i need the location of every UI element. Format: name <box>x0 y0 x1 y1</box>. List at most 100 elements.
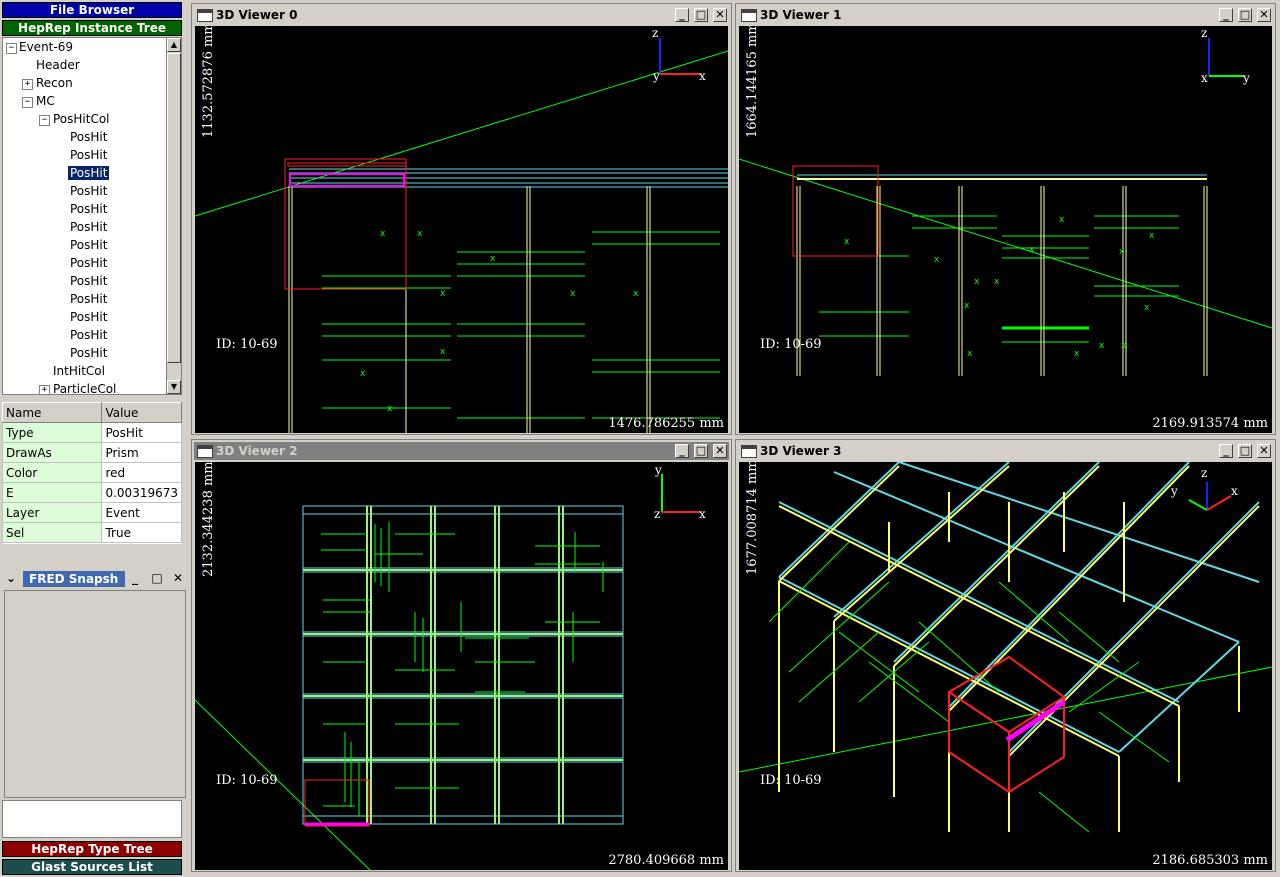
tree-node-poshit[interactable]: PosHit <box>70 272 107 290</box>
tree-node-poshit-selected[interactable]: PosHit <box>66 165 111 181</box>
tree-node-poshit[interactable]: PosHit <box>70 308 107 326</box>
viewer-1-canvas[interactable]: xxx xxx xxx xxx xx z x y 1664.144165 mm … <box>739 26 1272 433</box>
close-icon[interactable]: ✕ <box>713 8 727 22</box>
tree-node-poshit[interactable]: PosHit <box>70 326 107 344</box>
tree-node-mc[interactable]: MC <box>36 92 55 110</box>
instance-tree[interactable]: − Event-69 Header + Recon − MC − PosHitC… <box>2 37 182 395</box>
svg-text:x: x <box>974 277 980 287</box>
viewer-1-titlebar[interactable]: 3D Viewer 1 _ □ ✕ <box>738 6 1273 24</box>
maximize-icon[interactable]: □ <box>150 572 164 586</box>
window-icon[interactable] <box>197 445 213 458</box>
collapse-icon[interactable]: − <box>6 43 17 54</box>
axis-z: z <box>1201 466 1208 480</box>
viewer-3-titlebar[interactable]: 3D Viewer 3 _ □ ✕ <box>738 442 1273 460</box>
axis-z: z <box>652 26 659 40</box>
tree-node-poshit[interactable]: PosHit <box>70 128 107 146</box>
collapse-icon[interactable]: − <box>39 115 50 126</box>
viewer-0-canvas[interactable]: x x x x x x x x x z y x 1132.572876 mm ID: 10-… <box>195 26 728 433</box>
horizontal-scale-label: 2169.913574 mm <box>1152 416 1268 431</box>
table-row: Sel True <box>1 522 182 543</box>
svg-text:x: x <box>570 289 576 299</box>
expand-icon[interactable]: + <box>22 79 33 90</box>
collapse-icon[interactable]: − <box>22 97 33 108</box>
tree-node-inthitcol[interactable]: IntHitCol <box>53 362 105 380</box>
event-id-label: ID: 10-69 <box>216 337 278 352</box>
prop-name: DrawAs <box>1 442 103 463</box>
prop-name: E <box>1 482 103 503</box>
scroll-up-icon[interactable]: ▲ <box>167 38 181 52</box>
axis-y: y <box>1171 484 1178 498</box>
viewer-0-titlebar[interactable]: 3D Viewer 0 _ □ ✕ <box>194 6 729 24</box>
svg-text:x: x <box>1119 247 1125 257</box>
col-header-name[interactable]: Name <box>1 402 103 423</box>
minimize-icon[interactable]: _ <box>128 572 142 586</box>
tree-node-poshit[interactable]: PosHit <box>70 254 107 272</box>
viewer-2-titlebar[interactable]: 3D Viewer 2 _ □ ✕ <box>194 442 729 460</box>
col-header-value[interactable]: Value <box>101 402 182 423</box>
window-icon[interactable] <box>741 445 757 458</box>
viewer-2: 3D Viewer 2 _ □ ✕ y z x 2132.344238 mm I… <box>191 439 732 872</box>
window-icon[interactable] <box>741 9 757 22</box>
close-icon[interactable]: ✕ <box>1257 444 1271 458</box>
svg-text:x: x <box>994 277 1000 287</box>
scroll-thumb[interactable] <box>167 53 181 363</box>
vertical-scale-label: 1677.008714 mm <box>745 462 760 575</box>
svg-text:x: x <box>490 254 496 264</box>
close-icon[interactable]: ✕ <box>171 572 185 586</box>
tree-node-event[interactable]: Event-69 <box>19 38 73 56</box>
snapshot-titlebar[interactable]: ⌄ FRED Snapsh _ □ ✕ <box>2 570 186 588</box>
event-id-label: ID: 10-69 <box>760 337 822 352</box>
viewer-2-canvas[interactable]: y z x 2132.344238 mm ID: 10-69 2780.4096… <box>195 462 728 870</box>
prop-name: Sel <box>1 522 103 543</box>
snapshot-window: ⌄ FRED Snapsh _ □ ✕ <box>0 568 188 800</box>
tree-node-poshit[interactable]: PosHit <box>70 146 107 164</box>
prop-value: red <box>101 462 182 483</box>
svg-text:x: x <box>1029 245 1035 255</box>
minimize-icon[interactable]: _ <box>1219 444 1233 458</box>
tree-node-poshit[interactable]: PosHit <box>70 200 107 218</box>
viewer-3: 3D Viewer 3 _ □ ✕ z y x 1677.008714 mm I… <box>735 439 1276 872</box>
heprep-type-tree-button[interactable]: HepRep Type Tree <box>2 841 182 857</box>
glast-sources-button[interactable]: Glast Sources List <box>2 859 182 875</box>
detector-drawing <box>195 474 700 870</box>
axis-x: x <box>699 507 706 521</box>
tree-node-particlecol[interactable]: ParticleCol <box>53 380 116 394</box>
tree-node-recon[interactable]: Recon <box>36 74 73 92</box>
tree-scrollbar[interactable]: ▲ ▼ <box>166 38 181 394</box>
svg-text:x: x <box>417 229 423 239</box>
svg-text:x: x <box>387 404 393 414</box>
window-icon[interactable] <box>197 9 213 22</box>
heprep-instance-tree-button[interactable]: HepRep Instance Tree <box>2 20 182 36</box>
minimize-icon[interactable]: _ <box>675 8 689 22</box>
axis-y: y <box>1243 71 1250 85</box>
expand-icon[interactable]: + <box>39 385 50 394</box>
scroll-down-icon[interactable]: ▼ <box>167 380 181 394</box>
prop-value: True <box>101 522 182 543</box>
maximize-icon[interactable]: □ <box>1238 444 1252 458</box>
maximize-icon[interactable]: □ <box>1238 8 1252 22</box>
maximize-icon[interactable]: □ <box>694 8 708 22</box>
tree-node-poshit[interactable]: PosHit <box>70 218 107 236</box>
svg-text:x: x <box>633 289 639 299</box>
tree-node-poshit[interactable]: PosHit <box>70 290 107 308</box>
prop-value: PosHit <box>101 422 182 443</box>
snapshot-title: FRED Snapsh <box>23 571 125 587</box>
chevron-down-icon[interactable]: ⌄ <box>4 572 18 586</box>
minimize-icon[interactable]: _ <box>675 444 689 458</box>
tree-node-poshitcol[interactable]: PosHitCol <box>53 110 110 128</box>
svg-text:x: x <box>1074 349 1080 359</box>
minimize-icon[interactable]: _ <box>1219 8 1233 22</box>
close-icon[interactable]: ✕ <box>1257 8 1271 22</box>
tree-node-header[interactable]: Header <box>36 56 80 74</box>
maximize-icon[interactable]: □ <box>694 444 708 458</box>
axis-z: z <box>654 507 661 521</box>
tree-node-poshit[interactable]: PosHit <box>70 182 107 200</box>
prop-value: 0.00319673 <box>101 482 182 503</box>
file-browser-button[interactable]: File Browser <box>2 2 182 18</box>
tree-node-poshit[interactable]: PosHit <box>70 344 107 362</box>
viewer-3-canvas[interactable]: z y x 1677.008714 mm ID: 10-69 2186.6853… <box>739 462 1272 870</box>
tree-node-poshit[interactable]: PosHit <box>70 236 107 254</box>
close-icon[interactable]: ✕ <box>713 444 727 458</box>
svg-text:x: x <box>440 347 446 357</box>
viewer-title: 3D Viewer 2 <box>216 444 298 458</box>
